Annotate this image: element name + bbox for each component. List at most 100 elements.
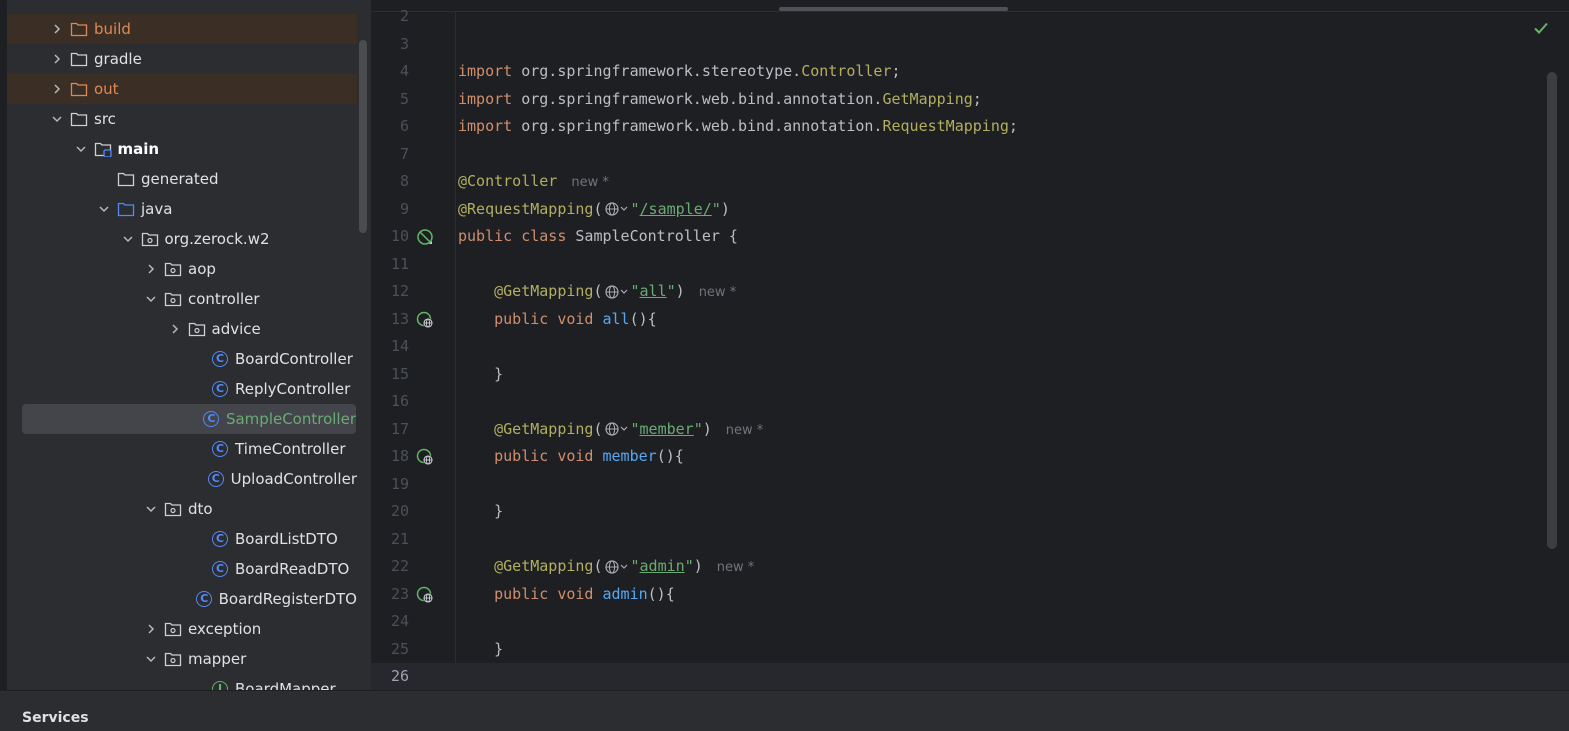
code-line[interactable]: 12 @GetMapping("all") new * (371, 278, 1569, 305)
services-tab[interactable]: Services (22, 710, 89, 726)
tree-item-exception[interactable]: exception (7, 614, 357, 644)
author-hint[interactable]: new * (571, 175, 609, 190)
line-number[interactable]: 25 (371, 636, 409, 663)
line-number[interactable]: 12 (371, 278, 409, 305)
url-globe-icon[interactable] (603, 282, 631, 300)
code-line[interactable]: 22 @GetMapping("admin") new * (371, 553, 1569, 580)
tree-item-controller[interactable]: controller (7, 284, 357, 314)
line-number[interactable]: 9 (371, 196, 409, 223)
editor-scrollbar[interactable] (1547, 72, 1557, 549)
author-hint[interactable]: new * (726, 423, 764, 438)
no-problems-check-icon[interactable] (1533, 20, 1549, 36)
endpoint-gutter-icon[interactable] (416, 311, 434, 329)
code-line[interactable]: 8 @Controller new * (371, 168, 1569, 195)
tree-item-mapper[interactable]: mapper (7, 644, 357, 674)
chevron-right-icon[interactable] (168, 322, 182, 336)
code-line[interactable]: 7 (371, 141, 1569, 168)
code-line[interactable]: 6 import org.springframework.web.bind.ann… (371, 113, 1569, 140)
line-number[interactable]: 7 (371, 141, 409, 168)
chevron-down-icon[interactable] (144, 502, 158, 516)
line-number[interactable]: 4 (371, 58, 409, 85)
code-line[interactable]: 2 (371, 3, 1569, 30)
tree-item-gradle[interactable]: gradle (7, 44, 357, 74)
code-line[interactable]: 3 (371, 31, 1569, 58)
code-line[interactable]: 14 (371, 333, 1569, 360)
line-number[interactable]: 24 (371, 608, 409, 635)
chevron-down-icon[interactable] (121, 232, 135, 246)
code-line[interactable]: 21 (371, 526, 1569, 553)
code-line[interactable]: 25 } (371, 636, 1569, 663)
tree-item-java[interactable]: java (7, 194, 357, 224)
code-line[interactable]: 24 (371, 608, 1569, 635)
url-globe-icon[interactable] (603, 200, 631, 218)
line-number[interactable]: 19 (371, 471, 409, 498)
url-globe-icon[interactable] (603, 420, 631, 438)
tree-item-boardmapper[interactable]: I BoardMapper (7, 674, 357, 690)
line-number[interactable]: 11 (371, 251, 409, 278)
code-line[interactable]: 10 public class SampleController { (371, 223, 1569, 250)
tree-item-generated[interactable]: generated (7, 164, 357, 194)
url-globe-icon[interactable] (603, 557, 631, 575)
tree-item-build[interactable]: build (7, 14, 357, 44)
line-number[interactable]: 10 (371, 223, 409, 250)
code-line[interactable]: 9 @RequestMapping("/sample/") (371, 196, 1569, 223)
line-number[interactable]: 13 (371, 306, 409, 333)
line-number[interactable]: 15 (371, 361, 409, 388)
chevron-right-icon[interactable] (50, 22, 64, 36)
code-line[interactable]: 5 import org.springframework.web.bind.ann… (371, 86, 1569, 113)
chevron-right-icon[interactable] (144, 622, 158, 636)
tree-item-dto[interactable]: dto (7, 494, 357, 524)
tree-item-advice[interactable]: advice (7, 314, 357, 344)
line-number[interactable]: 23 (371, 581, 409, 608)
spring-bean-gutter-icon[interactable] (416, 228, 434, 246)
chevron-down-icon[interactable] (97, 202, 111, 216)
code-line[interactable]: 4 import org.springframework.stereotype.C… (371, 58, 1569, 85)
chevron-down-icon[interactable] (74, 142, 88, 156)
line-number[interactable]: 17 (371, 416, 409, 443)
chevron-right-icon[interactable] (50, 82, 64, 96)
tree-item-src[interactable]: src (7, 104, 357, 134)
code-line[interactable]: 20 } (371, 498, 1569, 525)
code-line[interactable]: 26 (371, 663, 1569, 690)
line-number[interactable]: 2 (371, 3, 409, 30)
author-hint[interactable]: new * (717, 560, 755, 575)
tree-item-timecontroller[interactable]: C TimeController (7, 434, 357, 464)
tree-item-boardlistdto[interactable]: C BoardListDTO (7, 524, 357, 554)
code-line[interactable]: 16 (371, 388, 1569, 415)
chevron-down-icon[interactable] (50, 112, 64, 126)
tree-item-main[interactable]: main (7, 134, 357, 164)
code-line[interactable]: 19 (371, 471, 1569, 498)
author-hint[interactable]: new * (699, 285, 737, 300)
chevron-down-icon[interactable] (144, 292, 158, 306)
tree-item-boardreaddto[interactable]: C BoardReadDTO (7, 554, 357, 584)
tree-item-boardregisterdto[interactable]: C BoardRegisterDTO (7, 584, 357, 614)
chevron-right-icon[interactable] (144, 262, 158, 276)
code-line[interactable]: 15 } (371, 361, 1569, 388)
line-number[interactable]: 8 (371, 168, 409, 195)
endpoint-gutter-icon[interactable] (416, 586, 434, 604)
tree-scrollbar[interactable] (359, 40, 367, 233)
tree-item-boardcontroller[interactable]: C BoardController (7, 344, 357, 374)
tree-item-out[interactable]: out (7, 74, 357, 104)
code-line[interactable]: 11 (371, 251, 1569, 278)
line-number[interactable]: 20 (371, 498, 409, 525)
code-line[interactable]: 13 public void all(){ (371, 306, 1569, 333)
line-number[interactable]: 21 (371, 526, 409, 553)
code-line[interactable]: 18 public void member(){ (371, 443, 1569, 470)
chevron-right-icon[interactable] (50, 52, 64, 66)
line-number[interactable]: 3 (371, 31, 409, 58)
line-number[interactable]: 16 (371, 388, 409, 415)
tree-item-uploadcontroller[interactable]: C UploadController (7, 464, 357, 494)
line-number[interactable]: 14 (371, 333, 409, 360)
endpoint-gutter-icon[interactable] (416, 448, 434, 466)
chevron-down-icon[interactable] (144, 652, 158, 666)
code-editor[interactable]: 2 3 4 import org.springframework.stereotype… (371, 0, 1569, 690)
tree-item-org-zerock-w2[interactable]: org.zerock.w2 (7, 224, 357, 254)
tree-item-replycontroller[interactable]: C ReplyController (7, 374, 357, 404)
line-number[interactable]: 26 (371, 663, 409, 690)
code-line[interactable]: 23 public void admin(){ (371, 581, 1569, 608)
line-number[interactable]: 5 (371, 86, 409, 113)
tree-item-samplecontroller[interactable]: C SampleController (22, 404, 356, 434)
line-number[interactable]: 22 (371, 553, 409, 580)
line-number[interactable]: 6 (371, 113, 409, 140)
